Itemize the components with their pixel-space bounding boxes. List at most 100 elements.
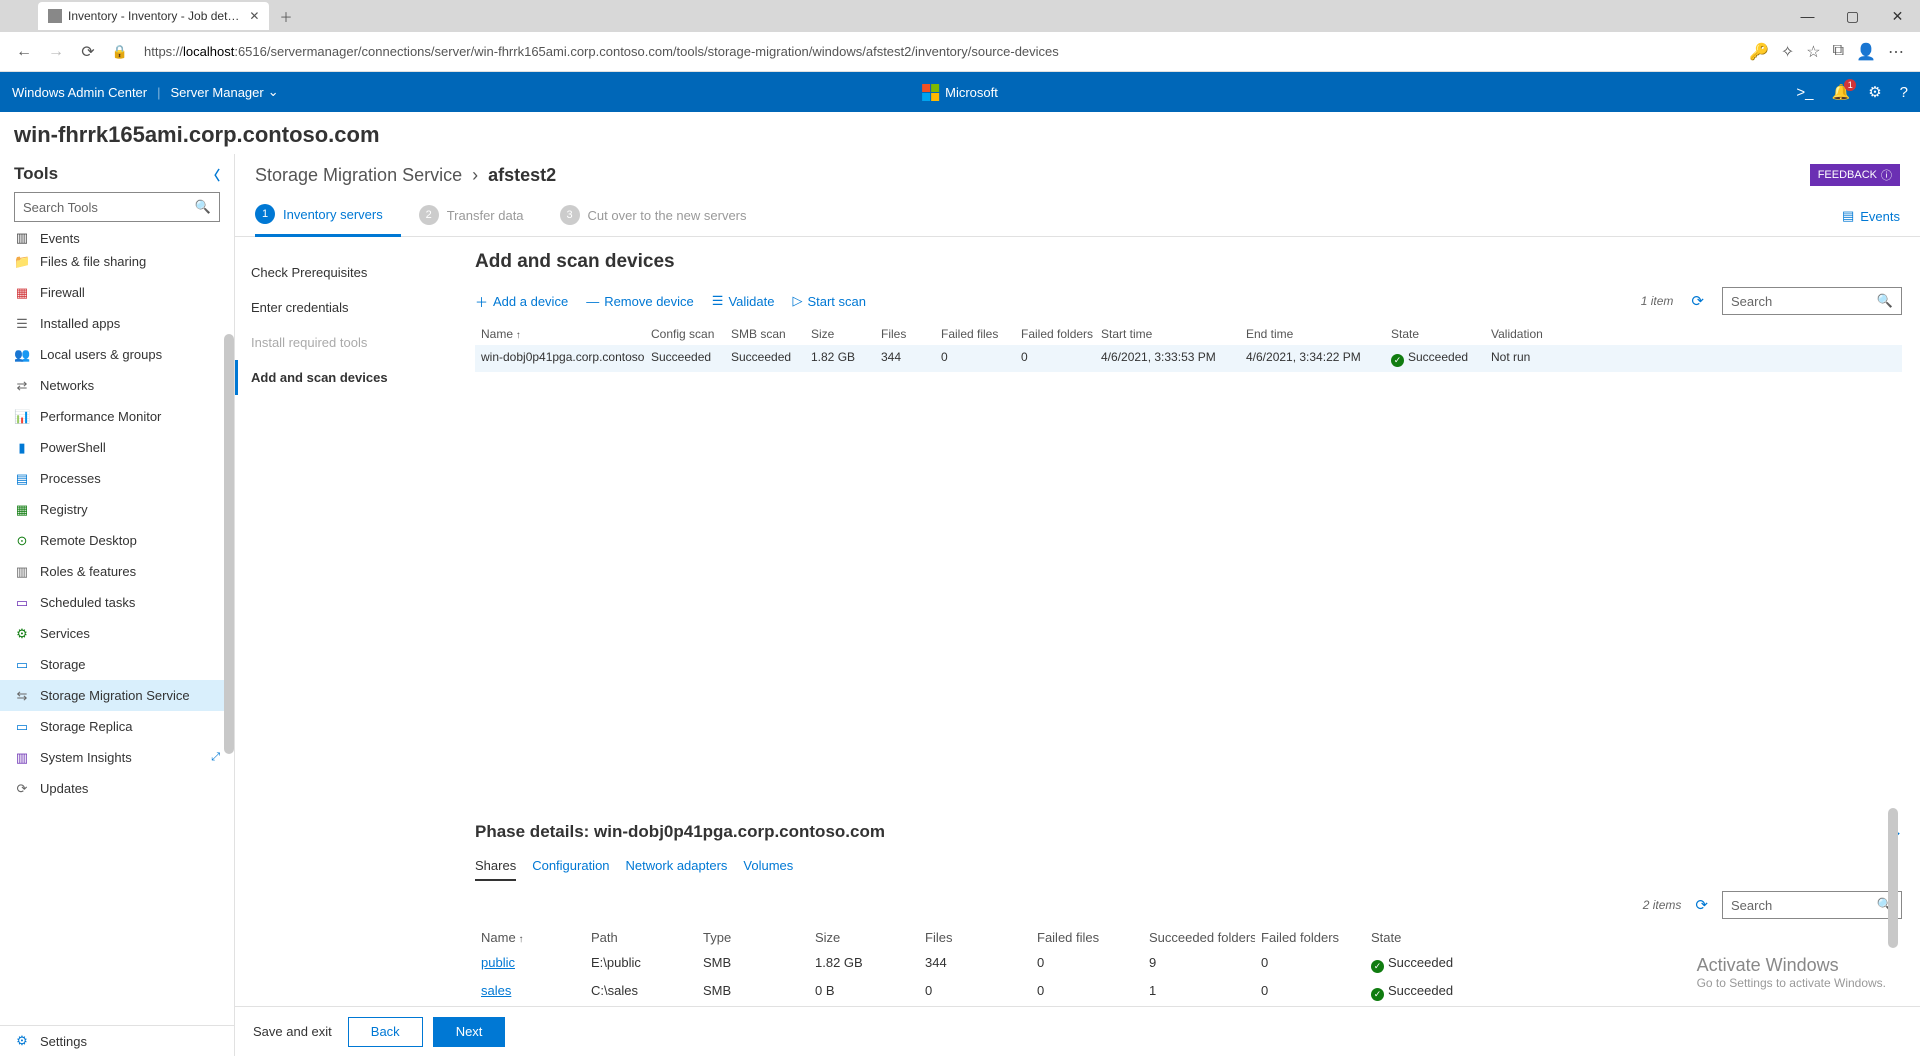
tab-shares[interactable]: Shares	[475, 852, 516, 881]
scol-failed-files[interactable]: Failed files	[1031, 930, 1143, 945]
col-smb-scan[interactable]: SMB scan	[725, 327, 805, 341]
wizard-step-1[interactable]: 1Inventory servers	[255, 196, 401, 237]
close-tab-icon[interactable]: ✕	[239, 9, 259, 23]
col-config-scan[interactable]: Config scan	[645, 327, 725, 341]
new-tab-button[interactable]: ＋	[269, 7, 302, 26]
site-info-icon[interactable]: 🔒	[104, 44, 136, 60]
tab-network-adapters[interactable]: Network adapters	[626, 852, 728, 881]
wizard-step-2[interactable]: 2Transfer data	[419, 197, 542, 235]
tab-configuration[interactable]: Configuration	[532, 852, 609, 881]
collections-icon[interactable]: ⧉	[1833, 42, 1844, 62]
col-start-time[interactable]: Start time	[1095, 327, 1240, 341]
remove-device-button[interactable]: —Remove device	[586, 294, 694, 309]
favorite-icon[interactable]: ☆	[1806, 42, 1820, 62]
tool-item-networks[interactable]: ⇄Networks	[0, 370, 234, 401]
tools-list: ▥Events 📁Files & file sharing ▦Firewall …	[0, 228, 234, 1025]
share-row[interactable]: public E:\public SMB 1.82 GB 344 0 9 0 ✓…	[475, 950, 1902, 978]
tool-item-processes[interactable]: ▤Processes	[0, 463, 234, 494]
col-size[interactable]: Size	[805, 327, 875, 341]
cloudshell-icon[interactable]: >_	[1796, 84, 1813, 101]
refresh-shares-icon[interactable]: ⟳	[1695, 896, 1708, 914]
tool-item-sms[interactable]: ⇆Storage Migration Service	[0, 680, 234, 711]
back-icon[interactable]: ←	[8, 43, 40, 61]
tool-item-firewall[interactable]: ▦Firewall	[0, 277, 234, 308]
tool-item-services[interactable]: ⚙Services	[0, 618, 234, 649]
col-failed-files[interactable]: Failed files	[935, 327, 1015, 341]
tab-volumes[interactable]: Volumes	[743, 852, 793, 881]
scol-size[interactable]: Size	[809, 930, 919, 945]
col-files[interactable]: Files	[875, 327, 935, 341]
col-failed-folders[interactable]: Failed folders	[1015, 327, 1095, 341]
tool-item-registry[interactable]: ▦Registry	[0, 494, 234, 525]
scol-files[interactable]: Files	[919, 930, 1031, 945]
back-button[interactable]: Back	[348, 1017, 423, 1047]
share-link[interactable]: public	[481, 955, 515, 970]
scol-state[interactable]: State	[1365, 930, 1475, 945]
events-button[interactable]: ▤Events	[1842, 208, 1900, 224]
feedback-button[interactable]: FEEDBACK ⓘ	[1810, 164, 1900, 186]
scol-name[interactable]: Name	[475, 930, 585, 945]
tool-item-settings[interactable]: ⚙Settings	[0, 1025, 234, 1056]
share-row[interactable]: sales C:\sales SMB 0 B 0 0 1 0 ✓Succeede…	[475, 978, 1902, 1006]
star-outline-icon[interactable]: ✧	[1781, 42, 1794, 62]
close-window-icon[interactable]: ✕	[1875, 8, 1920, 25]
substep-prereq[interactable]: Check Prerequisites	[235, 255, 457, 290]
wac-brand[interactable]: Windows Admin Center	[12, 85, 147, 100]
col-end-time[interactable]: End time	[1240, 327, 1385, 341]
help-icon[interactable]: ?	[1900, 84, 1908, 101]
scol-failed-folders[interactable]: Failed folders	[1255, 930, 1365, 945]
wizard-step-3[interactable]: 3Cut over to the new servers	[560, 197, 765, 235]
col-state[interactable]: State	[1385, 327, 1485, 341]
share-link[interactable]: sales	[481, 983, 511, 998]
validate-button[interactable]: ☰Validate	[712, 293, 775, 309]
tool-item-updates[interactable]: ⟳Updates	[0, 773, 234, 804]
substep-install: Install required tools	[235, 325, 457, 360]
tool-item-storage[interactable]: ▭Storage	[0, 649, 234, 680]
tool-item-perfmon[interactable]: 📊Performance Monitor	[0, 401, 234, 432]
popout-icon[interactable]: ⤢	[211, 751, 220, 764]
tool-item-files[interactable]: 📁Files & file sharing	[0, 246, 234, 277]
substep-creds[interactable]: Enter credentials	[235, 290, 457, 325]
phase-scrollbar[interactable]	[1888, 808, 1898, 1006]
scol-type[interactable]: Type	[697, 930, 809, 945]
more-icon[interactable]: ⋯	[1888, 42, 1904, 62]
substep-add-scan[interactable]: Add and scan devices	[235, 360, 457, 395]
minimize-icon[interactable]: —	[1785, 8, 1830, 25]
tool-item-local-users[interactable]: 👥Local users & groups	[0, 339, 234, 370]
next-button[interactable]: Next	[433, 1017, 506, 1047]
crumb-service[interactable]: Storage Migration Service	[255, 165, 462, 185]
tool-item-powershell[interactable]: ▮PowerShell	[0, 432, 234, 463]
tool-item-roles[interactable]: ▥Roles & features	[0, 556, 234, 587]
scol-path[interactable]: Path	[585, 930, 697, 945]
collapse-tools-icon[interactable]: 〈	[207, 165, 220, 184]
settings-gear-icon[interactable]: ⚙	[1868, 83, 1881, 101]
col-name[interactable]: Name	[475, 327, 645, 341]
maximize-icon[interactable]: ▢	[1830, 8, 1875, 25]
device-row[interactable]: win-dobj0p41pga.corp.contoso.com Succeed…	[475, 345, 1902, 372]
tool-item-storage-replica[interactable]: ▭Storage Replica	[0, 711, 234, 742]
tool-item-installed-apps[interactable]: ☰Installed apps	[0, 308, 234, 339]
refresh-devices-icon[interactable]: ⟳	[1691, 292, 1704, 310]
tool-item-remote-desktop[interactable]: ⊙Remote Desktop	[0, 525, 234, 556]
add-device-button[interactable]: ＋Add a device	[475, 292, 568, 311]
search-icon: 🔍	[195, 199, 211, 215]
url-field[interactable]: https://localhost:6516/servermanager/con…	[136, 44, 1749, 59]
tools-scrollbar[interactable]	[224, 334, 234, 754]
context-picker[interactable]: Server Manager ⌄	[171, 84, 279, 100]
save-exit-link[interactable]: Save and exit	[253, 1024, 332, 1039]
tool-item-scheduled-tasks[interactable]: ▭Scheduled tasks	[0, 587, 234, 618]
profile-icon[interactable]: 👤	[1856, 42, 1876, 62]
shares-search-input[interactable]: Search🔍	[1722, 891, 1902, 919]
scol-succeeded-folders[interactable]: Succeeded folders	[1143, 930, 1255, 945]
refresh-icon[interactable]: ⟳	[72, 42, 104, 62]
notifications-icon[interactable]: 🔔1	[1832, 83, 1851, 101]
start-scan-button[interactable]: ▷Start scan	[792, 293, 866, 309]
tool-item-system-insights[interactable]: ▥System Insights⤢	[0, 742, 234, 773]
tool-item-events[interactable]: ▥Events	[0, 228, 234, 246]
col-validation[interactable]: Validation	[1485, 327, 1555, 341]
key-icon[interactable]: 🔑	[1749, 42, 1769, 62]
panel-title: Add and scan devices	[475, 251, 1902, 273]
browser-tab[interactable]: Inventory - Inventory - Job det… ✕	[38, 2, 269, 30]
tools-search-input[interactable]: Search Tools 🔍	[14, 192, 220, 222]
devices-search-input[interactable]: Search🔍	[1722, 287, 1902, 315]
